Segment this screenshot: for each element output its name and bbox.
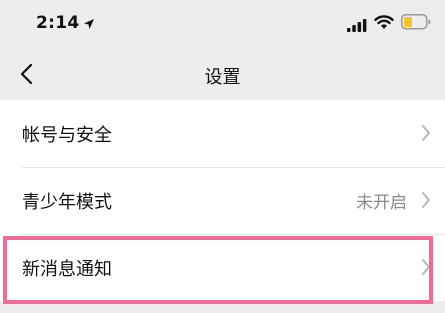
battery-icon	[401, 14, 431, 34]
settings-list: 帐号与安全 青少年模式 未开启 新消息通知	[0, 100, 445, 301]
cellular-signal-icon	[347, 17, 367, 36]
settings-item-label: 帐号与安全	[22, 124, 112, 146]
settings-item-value: 未开启	[356, 193, 407, 213]
status-time: 2:14	[36, 13, 80, 33]
location-arrow-icon	[83, 15, 95, 34]
settings-item-label: 新消息通知	[22, 258, 112, 280]
settings-item-account-security[interactable]: 帐号与安全	[0, 100, 445, 167]
settings-item-message-notification[interactable]: 新消息通知	[0, 234, 445, 301]
settings-item-youth-mode[interactable]: 青少年模式 未开启	[0, 167, 445, 234]
chevron-right-icon	[421, 124, 431, 146]
chevron-right-icon	[421, 191, 431, 213]
chevron-right-icon	[421, 258, 431, 280]
wifi-icon	[374, 14, 394, 34]
page-title: 设置	[204, 67, 241, 88]
navigation-bar: 设置	[0, 50, 445, 100]
status-bar: 2:14	[0, 0, 445, 50]
settings-item-label: 青少年模式	[22, 191, 112, 213]
